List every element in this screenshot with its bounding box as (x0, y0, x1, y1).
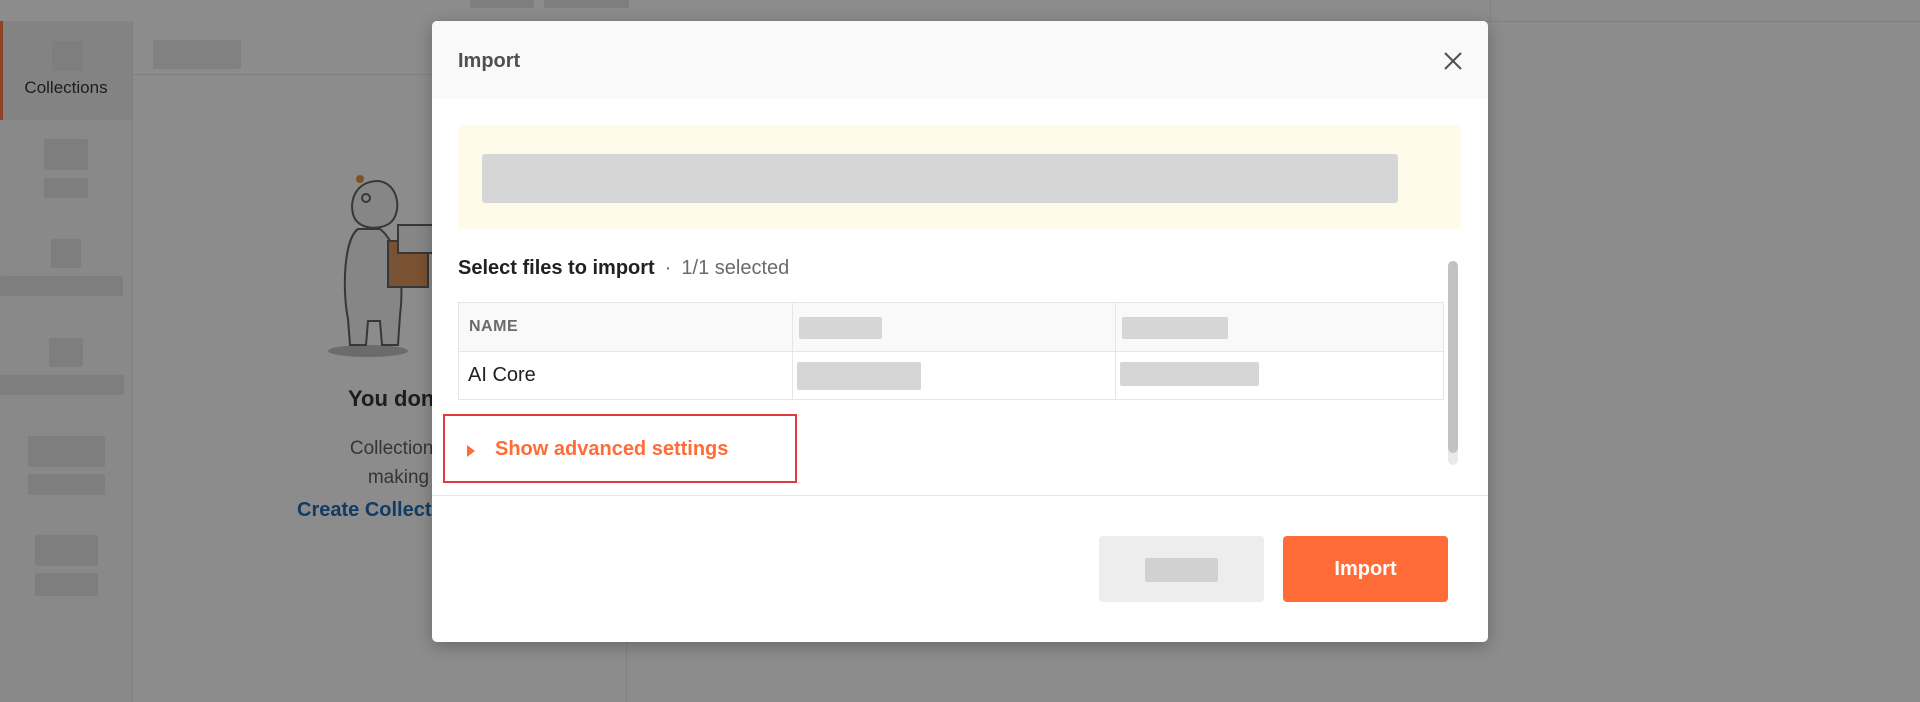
notice-placeholder (482, 154, 1398, 203)
dialog-title: Import (458, 50, 521, 72)
import-dialog: Import Select files to import · 1/1 select… (432, 21, 1488, 642)
column-header-name: NAME (458, 302, 793, 352)
header-placeholder (799, 317, 882, 339)
cell-placeholder (1120, 362, 1259, 386)
advanced-settings-label: Show advanced settings (495, 438, 729, 460)
footer-divider (432, 495, 1488, 496)
column-header (792, 302, 1116, 352)
scrollbar-thumb[interactable] (1448, 261, 1458, 453)
close-button[interactable] (1435, 43, 1471, 79)
secondary-button[interactable] (1099, 536, 1264, 602)
file-name-cell: AI Core (458, 351, 793, 400)
scrollbar[interactable] (1448, 261, 1458, 465)
table-cell (792, 351, 1116, 400)
separator: · (664, 257, 672, 279)
table-cell (1115, 351, 1444, 400)
button-label-placeholder (1145, 558, 1218, 582)
files-table: NAME AI Core (458, 302, 1444, 400)
cell-placeholder (797, 362, 921, 390)
table-row[interactable]: AI Core (458, 351, 1444, 400)
caret-right-icon (467, 445, 475, 457)
show-advanced-settings-toggle[interactable]: Show advanced settings (443, 414, 797, 483)
import-button[interactable]: Import (1283, 536, 1448, 602)
table-header-row: NAME (458, 302, 1444, 352)
close-icon (1444, 52, 1462, 70)
file-selection-summary: Select files to import · 1/1 selected (458, 257, 789, 280)
column-header (1115, 302, 1444, 352)
selected-count: 1/1 selected (681, 257, 790, 279)
dialog-header: Import (432, 21, 1488, 99)
header-placeholder (1122, 317, 1228, 339)
select-files-label: Select files to import (458, 257, 655, 279)
notice-banner (458, 125, 1461, 229)
